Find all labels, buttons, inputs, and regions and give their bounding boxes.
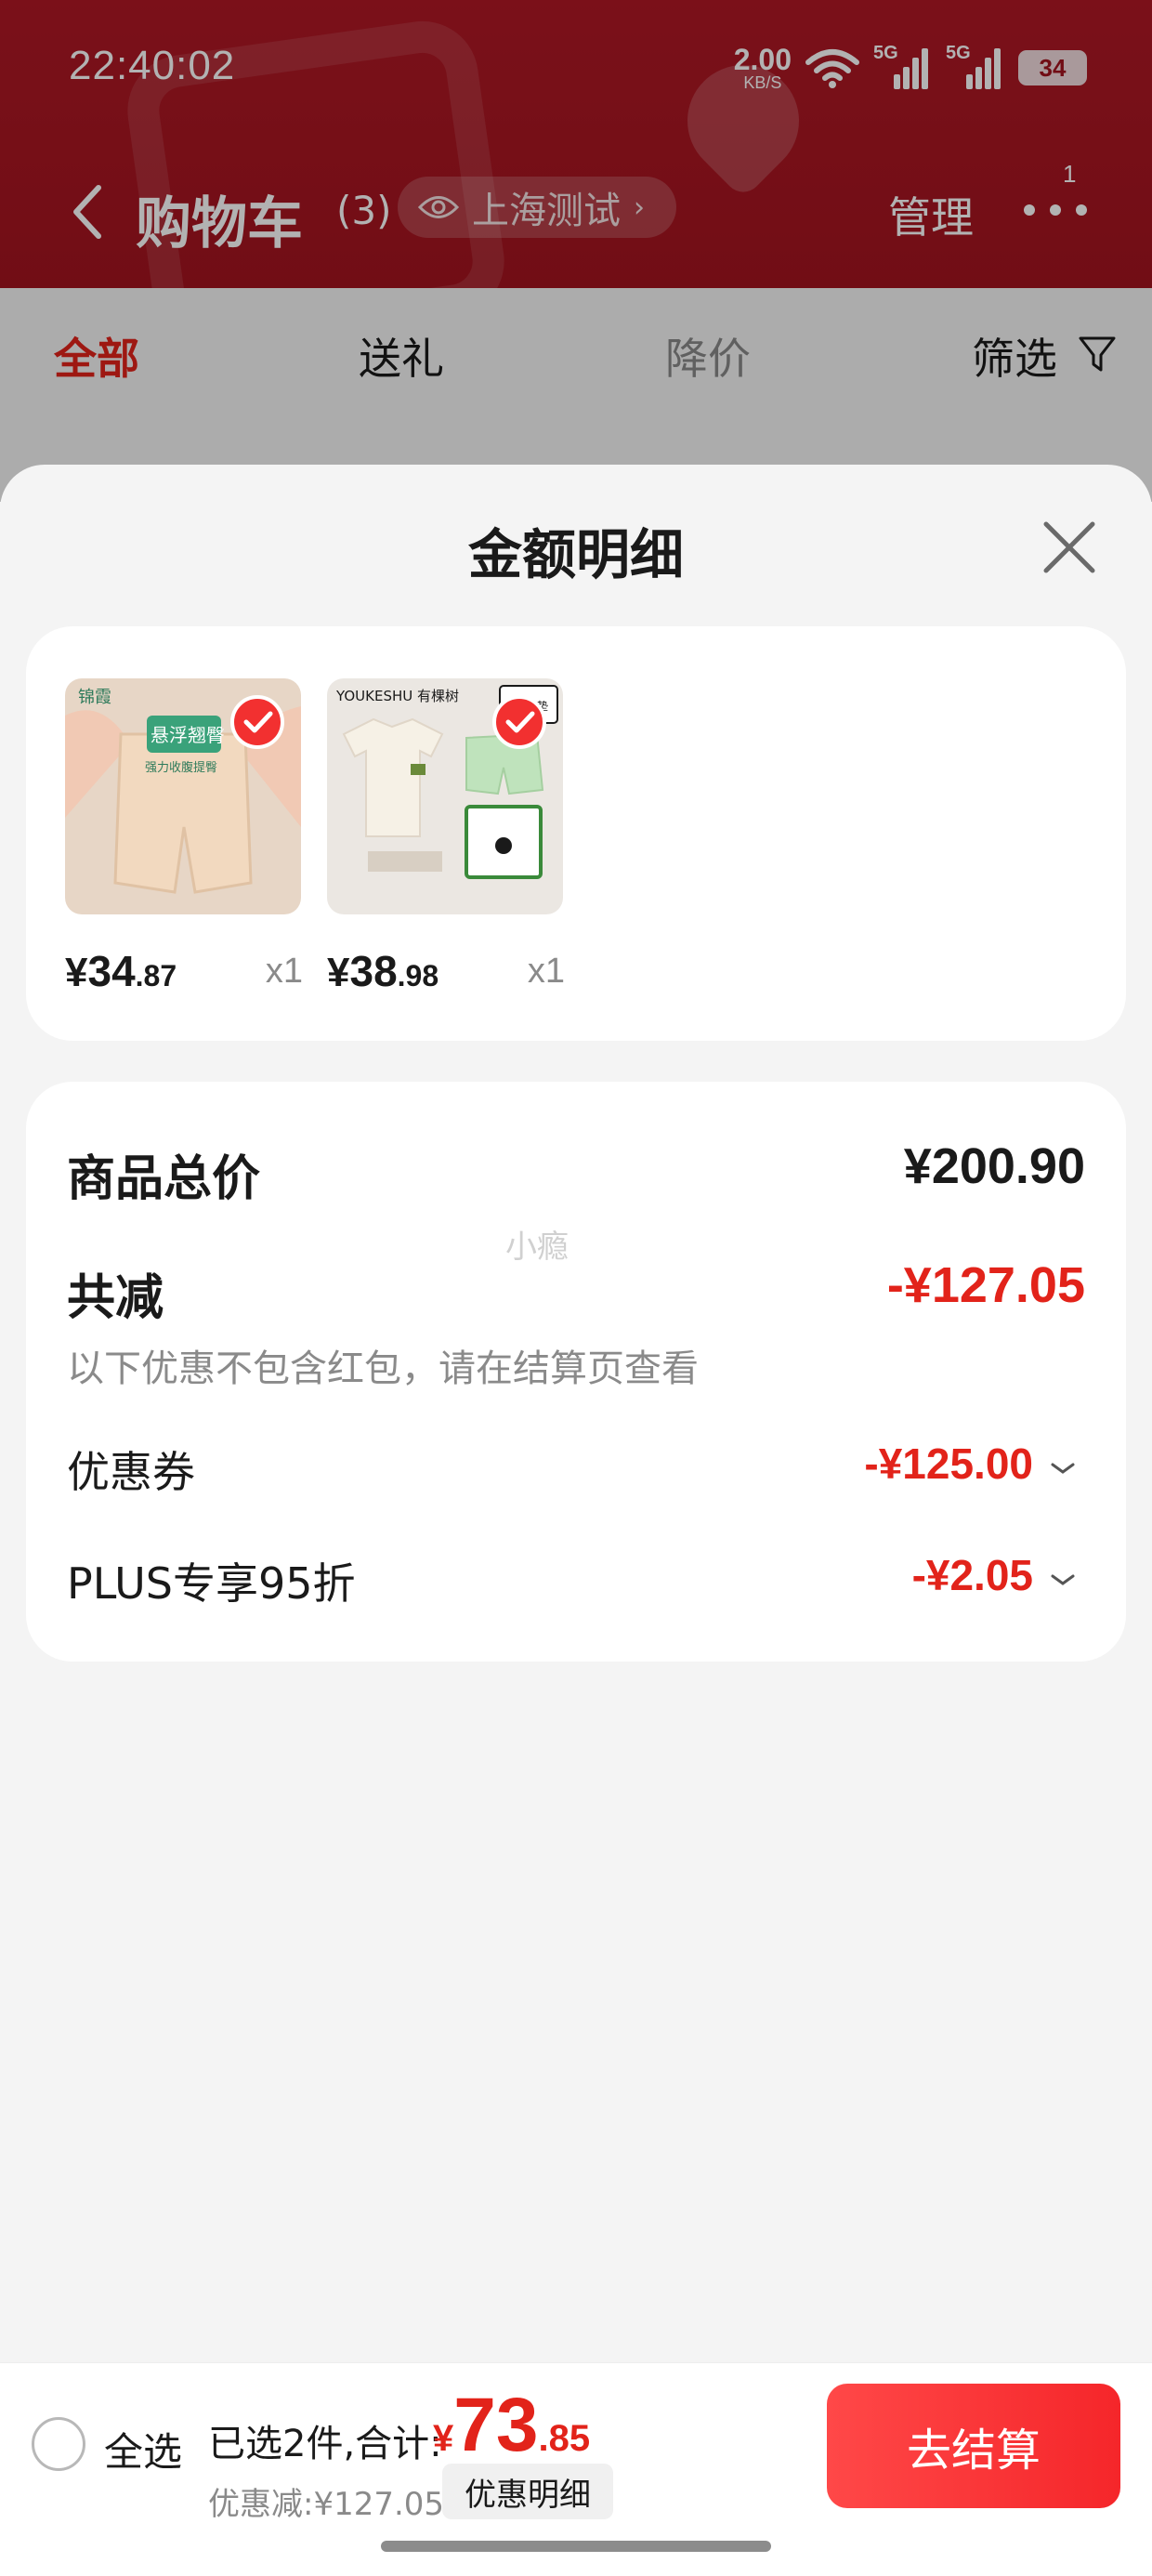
product-quantity: x1 (265, 952, 303, 991)
modal-backdrop[interactable] (0, 0, 1152, 502)
discount-note: 以下优惠不包含红包，请在结算页查看 (67, 1347, 699, 1390)
product-item[interactable]: YOUKESHU 有棵树 自带杯垫 ¥38.98 x1 (327, 678, 565, 995)
product-thumbnail: 锦霞 悬浮翘臀 强力收腹提臀 (65, 678, 301, 914)
coupon-label: 优惠券 (67, 1447, 195, 1497)
product-price-row: ¥38.98 x1 (327, 946, 565, 1002)
thumb-brand: YOUKESHU 有棵树 (335, 688, 459, 704)
chevron-down-icon[interactable] (1050, 1572, 1076, 1587)
discount-summary: 优惠减:¥127.05 (208, 2486, 445, 2523)
plus-discount-label: PLUS专享95折 (67, 1558, 356, 1609)
thumb-subcaption: 强力收腹提臀 (145, 760, 217, 775)
amount-detail-sheet: 金额明细 锦霞 悬浮翘臀 强力收腹提臀 ¥34.87 x1 YOUKESHU 有… (0, 465, 1152, 2576)
select-all-label[interactable]: 全选 (104, 2421, 182, 2477)
home-indicator[interactable] (381, 2541, 771, 2552)
chevron-down-icon[interactable] (1050, 1461, 1076, 1476)
plus-discount-value[interactable]: -¥2.05 (912, 1550, 1033, 1600)
thumb-caption: 悬浮翘臀 (151, 724, 225, 746)
select-all-checkbox[interactable] (32, 2417, 85, 2471)
product-thumbnail: YOUKESHU 有棵树 自带杯垫 (327, 678, 563, 914)
thumb-brand: 锦霞 (78, 688, 111, 707)
product-price-row: ¥34.87 x1 (65, 946, 303, 1002)
checked-icon (492, 695, 546, 749)
product-item[interactable]: 锦霞 悬浮翘臀 强力收腹提臀 ¥34.87 x1 (65, 678, 303, 995)
selected-products-card: 锦霞 悬浮翘臀 强力收腹提臀 ¥34.87 x1 YOUKESHU 有棵树 ¥3… (26, 626, 1126, 1041)
total-price-label: 商品总价 (67, 1151, 261, 1207)
watermark-text: 小瘾 (505, 1229, 569, 1266)
reduction-label: 共减 (67, 1270, 164, 1326)
discount-detail-button[interactable]: 优惠明细 (442, 2464, 613, 2519)
product-price: ¥34.87 (65, 947, 177, 995)
selected-count-text: 已选2件,合计: (208, 2423, 442, 2465)
product-price: ¥38.98 (327, 947, 439, 995)
grand-total: ¥73.85 (433, 2383, 591, 2467)
checked-icon (230, 695, 284, 749)
checkout-button[interactable]: 去结算 (827, 2384, 1120, 2508)
price-summary-card: 商品总价 ¥200.90 小瘾 共减 -¥127.05 以下优惠不包含红包，请在… (26, 1082, 1126, 1662)
product-quantity: x1 (527, 952, 565, 991)
coupon-value[interactable]: -¥125.00 (864, 1439, 1033, 1489)
reduction-value: -¥127.05 (886, 1257, 1085, 1313)
total-price-value: ¥200.90 (903, 1138, 1085, 1194)
close-icon[interactable] (1041, 519, 1098, 576)
sheet-title: 金额明细 (467, 523, 684, 586)
